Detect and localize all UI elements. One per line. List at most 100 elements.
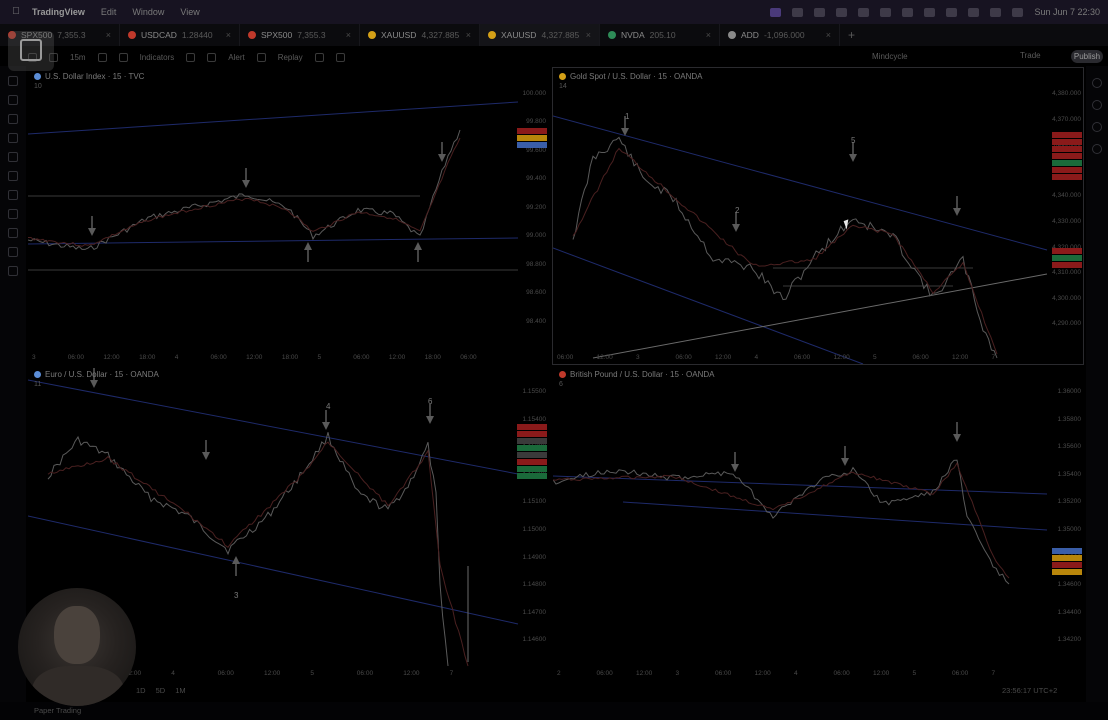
trash-icon[interactable] [8, 266, 18, 276]
eur-price-label: 1.15500 [522, 388, 547, 395]
gold-chart-canvas[interactable] [553, 68, 1083, 364]
tab-close-icon[interactable]: × [226, 30, 231, 40]
magnet-icon[interactable] [8, 209, 18, 219]
tab-price: 4,327.885 [541, 30, 580, 40]
gold-indicator-count[interactable]: 14 [559, 83, 567, 90]
tab-nvda-5[interactable]: NVDA 205.10 × [600, 24, 720, 46]
battery-icon[interactable] [946, 7, 958, 17]
watchlist-icon[interactable] [1092, 78, 1102, 88]
dxy-indicator-count[interactable]: 10 [34, 83, 42, 90]
gold-price-tag [1052, 132, 1082, 138]
chart-pane-dxy[interactable]: U.S. Dollar Index · 15 · TVC 10 100.000 9… [28, 68, 548, 364]
tab-close-icon[interactable]: × [106, 30, 111, 40]
eur-price-axis[interactable]: 1.155001.154001.153001.152001.151001.150… [512, 366, 548, 682]
tab-usdcad-1[interactable]: USDCAD 1.28440 × [120, 24, 240, 46]
dxy-time-axis[interactable]: 3 06:00 12:00 18:00 4 06:00 12:00 18:00 5 06:00 12… [28, 354, 512, 364]
mail-icon[interactable] [836, 7, 848, 17]
measure-icon[interactable] [8, 171, 18, 181]
eur-channel-upper [28, 379, 519, 475]
tab-spx500-2[interactable]: SPX500 7,355.3 × [240, 24, 360, 46]
range-1m[interactable]: 1M [175, 686, 185, 695]
lock-icon[interactable] [8, 228, 18, 238]
eur-wave-label-4: 4 [326, 402, 331, 411]
indicators-icon[interactable] [118, 52, 128, 62]
apple-icon[interactable]:  [10, 6, 22, 18]
screen-record-icon[interactable] [770, 7, 782, 17]
gold-price-tag [1052, 248, 1082, 254]
chart-pane-gbp[interactable]: British Pound / U.S. Dollar · 15 · OANDA… [553, 366, 1083, 682]
chart-tab-bar: SPX500 7,355.3 × USDCAD 1.28440 × SPX500 7,355.… [0, 24, 1108, 46]
gold-price-tag [1052, 255, 1082, 261]
control-center-icon[interactable] [1012, 7, 1024, 17]
bluetooth-icon[interactable] [924, 7, 936, 17]
range-5d[interactable]: 5D [156, 686, 166, 695]
templates-icon[interactable] [186, 52, 196, 62]
eye-icon[interactable] [8, 247, 18, 257]
calendar-icon[interactable] [1092, 144, 1102, 154]
utc-clock[interactable]: 23:56:17 UTC+2 [1002, 686, 1057, 695]
extension-icon[interactable] [792, 7, 804, 17]
play-icon[interactable] [880, 7, 892, 17]
menubar-clock[interactable]: Sun Jun 7 22:30 [1034, 7, 1100, 17]
gbp-price-label: 1.34400 [1057, 608, 1082, 616]
tab-xauusd-3[interactable]: XAUUSD 4,327.885 × [360, 24, 480, 46]
menu-edit[interactable]: Edit [101, 7, 117, 17]
layout-name[interactable]: Mindcycle [872, 52, 908, 61]
eur-indicator-count[interactable]: 11 [34, 381, 41, 388]
tab-close-icon[interactable]: × [346, 30, 351, 40]
dxy-arrow-up-2 [414, 242, 422, 250]
alert-icon[interactable] [207, 52, 217, 62]
paper-trading-tab[interactable]: Paper Trading [34, 706, 81, 715]
volume-icon[interactable] [902, 7, 914, 17]
tab-xauusd-4[interactable]: XAUUSD 4,327.885 × [480, 24, 600, 46]
search-icon[interactable] [990, 7, 1002, 17]
menu-window[interactable]: Window [132, 7, 164, 17]
new-tab-icon[interactable]: + [848, 28, 855, 42]
undo-icon[interactable] [314, 52, 324, 62]
menu-app-name[interactable]: TradingView [32, 7, 85, 17]
gold-time-axis[interactable]: 06:00 12:00 3 06:00 12:00 4 06:00 12:00 5 06:00 12… [553, 354, 1047, 364]
tab-close-icon[interactable]: × [466, 30, 471, 40]
gold-price-label: 4,380.000 [1052, 90, 1081, 97]
pattern-icon[interactable] [8, 133, 18, 143]
publish-button[interactable]: Publish [1071, 50, 1103, 63]
chart-pane-gold[interactable]: Gold Spot / U.S. Dollar · 15 · OANDA 14 … [552, 67, 1084, 365]
tab-close-icon[interactable]: × [826, 30, 831, 40]
camera-icon[interactable] [814, 7, 826, 17]
crosshair-icon[interactable] [8, 76, 18, 86]
news-icon[interactable] [1092, 122, 1102, 132]
gbp-chart-canvas[interactable] [553, 366, 1083, 682]
gold-time-label: 5 [873, 354, 877, 361]
indicators-button[interactable]: Indicators [140, 53, 175, 62]
interval-selector[interactable]: 15m [70, 53, 86, 62]
trendline-icon[interactable] [8, 95, 18, 105]
alerts-icon[interactable] [1092, 100, 1102, 110]
range-1d[interactable]: 1D [136, 686, 146, 695]
gbp-indicator-count[interactable]: 6 [559, 381, 563, 388]
wifi-icon[interactable] [968, 7, 980, 17]
app-icon[interactable] [858, 7, 870, 17]
chart-type-icon[interactable] [97, 52, 107, 62]
fib-icon[interactable] [8, 114, 18, 124]
replay-icon[interactable] [256, 52, 266, 62]
tab-close-icon[interactable]: × [706, 30, 711, 40]
alert-button[interactable]: Alert [228, 53, 244, 62]
annotation-edit-badge[interactable] [8, 31, 54, 71]
tab-close-icon[interactable]: × [586, 30, 591, 40]
menu-view[interactable]: View [180, 7, 199, 17]
gold-time-label: 06:00 [557, 354, 574, 361]
gbp-price-axis[interactable]: 1.36000 1.35800 1.35600 1.35400 1.35200 1.350… [1047, 366, 1083, 682]
gbp-time-axis[interactable]: 2 06:00 12:00 3 06:00 12:00 4 06:00 12:00 5 06:00 7 [553, 670, 1047, 680]
gold-time-label: 3 [636, 354, 640, 361]
gold-time-label: 06:00 [794, 354, 811, 361]
tab-add-6[interactable]: ADD -1,096.000 × [720, 24, 840, 46]
text-icon[interactable] [8, 152, 18, 162]
replay-button[interactable]: Replay [278, 53, 303, 62]
redo-icon[interactable] [335, 52, 345, 62]
dxy-price-axis[interactable]: 100.000 99.800 99.600 99.400 99.200 99.000 98.… [512, 68, 548, 364]
dxy-chart-canvas[interactable] [28, 68, 548, 364]
gold-price-line [572, 136, 998, 359]
trade-button[interactable]: Trade [1020, 51, 1041, 60]
zoom-icon[interactable] [8, 190, 18, 200]
gold-price-axis[interactable]: 4,380.0004,370.0004,360.0004,350.0004,34… [1047, 68, 1083, 364]
